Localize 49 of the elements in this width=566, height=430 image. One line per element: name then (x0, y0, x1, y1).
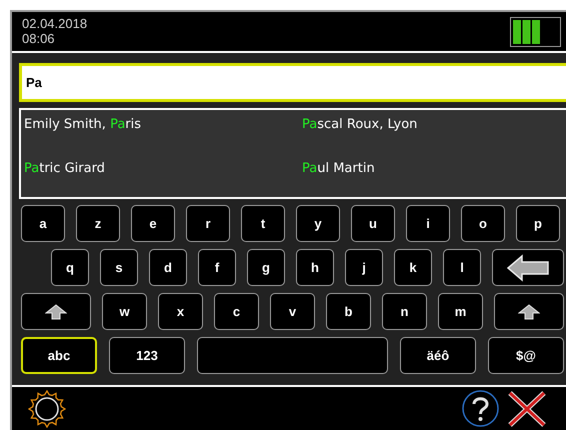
letter-key[interactable]: m (438, 293, 483, 330)
letter-key[interactable]: u (351, 205, 395, 242)
letter-key[interactable]: b (326, 293, 371, 330)
letter-key[interactable]: l (443, 249, 481, 286)
letter-key[interactable]: f (198, 249, 236, 286)
shift-arrow-icon (518, 304, 540, 320)
letter-key[interactable]: j (345, 249, 383, 286)
battery-icon (510, 17, 562, 47)
space-key[interactable] (197, 337, 388, 374)
letter-key[interactable]: p (516, 205, 560, 242)
letter-key[interactable]: h (296, 249, 334, 286)
letter-key[interactable]: q (51, 249, 89, 286)
mode-key[interactable]: äéô (400, 337, 476, 374)
letter-key[interactable]: s (100, 249, 138, 286)
letter-key[interactable]: t (241, 205, 285, 242)
settings-icon[interactable] (28, 390, 66, 428)
letter-key[interactable]: w (102, 293, 147, 330)
letter-key[interactable]: k (394, 249, 432, 286)
letter-key[interactable]: g (247, 249, 285, 286)
letter-key[interactable]: o (461, 205, 505, 242)
search-text: Pa (26, 74, 42, 92)
backspace-arrow-icon (506, 254, 550, 282)
close-icon[interactable] (508, 390, 546, 426)
result-item[interactable]: Paul Martin (299, 159, 566, 203)
shift-key[interactable] (21, 293, 91, 330)
time-text: 08:06 (22, 31, 56, 46)
mode-key[interactable]: 123 (109, 337, 185, 374)
search-field[interactable]: Pa (19, 63, 566, 102)
letter-key[interactable]: c (214, 293, 259, 330)
mode-key[interactable]: abc (21, 337, 97, 374)
letter-key[interactable]: n (382, 293, 427, 330)
letter-key[interactable]: r (186, 205, 230, 242)
letter-key[interactable]: v (270, 293, 315, 330)
mode-key[interactable]: $@ (488, 337, 564, 374)
letter-key[interactable]: e (131, 205, 175, 242)
result-item[interactable]: Pascal Roux, Lyon (299, 115, 566, 159)
backspace-key[interactable] (492, 249, 564, 286)
shift-arrow-icon (45, 304, 67, 320)
letter-key[interactable]: z (76, 205, 120, 242)
letter-key[interactable]: d (149, 249, 187, 286)
result-item[interactable]: Patric Girard (21, 159, 299, 203)
letter-key[interactable]: a (21, 205, 65, 242)
letter-key[interactable]: i (406, 205, 450, 242)
letter-key[interactable]: y (296, 205, 340, 242)
letter-key[interactable]: x (158, 293, 203, 330)
help-icon[interactable] (462, 390, 499, 427)
result-item[interactable]: Emily Smith, Paris (21, 115, 299, 159)
date-text: 02.04.2018 (22, 16, 88, 31)
shift-key[interactable] (494, 293, 564, 330)
